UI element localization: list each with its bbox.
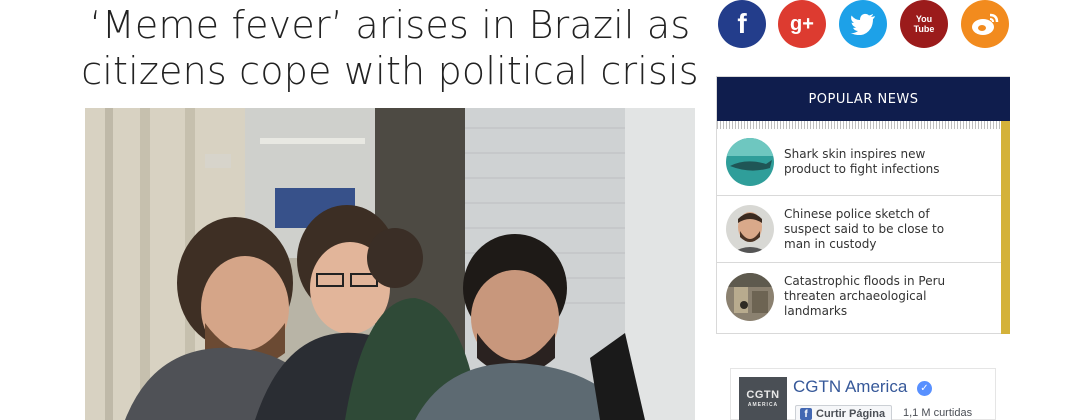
article-title: ‘Meme fever’ arises in Brazil as citizen… [81,3,699,93]
facebook-like-button[interactable]: f Curtir Página [795,405,893,420]
popular-news-list: Shark skin inspires new product to fight… [717,129,1001,330]
like-button-label: Curtir Página [816,408,886,420]
popular-news-divider [717,121,1010,129]
weibo-icon[interactable] [961,0,1009,48]
google-plus-icon[interactable]: g+ [778,0,826,48]
popular-news-header: POPULAR NEWS [717,77,1010,121]
verified-badge-icon: ✓ [917,381,932,396]
article-photo [85,108,695,420]
facebook-icon: f [800,408,812,420]
news-item-title[interactable]: Catastrophic floods in Peru threaten arc… [784,274,954,319]
popular-news-widget: POPULAR NEWS Shark skin inspires new pro… [716,76,1010,334]
like-count: 1,1 M curtidas [903,407,973,419]
weibo-logo-icon [972,13,999,35]
youtube-icon[interactable]: You Tube [900,0,948,48]
peru-landmark-thumbnail[interactable] [726,272,774,321]
facebook-page-widget: CGTN AMERICA CGTN America ✓ f Curtir Pág… [730,368,996,420]
news-item-title[interactable]: Shark skin inspires new product to fight… [784,147,954,177]
twitter-icon[interactable] [839,0,887,48]
twitter-bird-icon [850,13,875,35]
list-item[interactable]: Catastrophic floods in Peru threaten arc… [717,263,1001,330]
news-item-title[interactable]: Chinese police sketch of suspect said to… [784,207,954,252]
list-item[interactable]: Chinese police sketch of suspect said to… [717,196,1001,263]
facebook-icon[interactable]: f [718,0,766,48]
popular-news-accent-bar [1001,121,1010,334]
sketch-portrait-thumbnail[interactable] [726,205,774,253]
facebook-page-name[interactable]: CGTN America [793,377,907,397]
shark-thumbnail[interactable] [726,138,774,186]
cgtn-america-logo[interactable]: CGTN AMERICA [739,377,787,420]
list-item[interactable]: Shark skin inspires new product to fight… [717,129,1001,196]
